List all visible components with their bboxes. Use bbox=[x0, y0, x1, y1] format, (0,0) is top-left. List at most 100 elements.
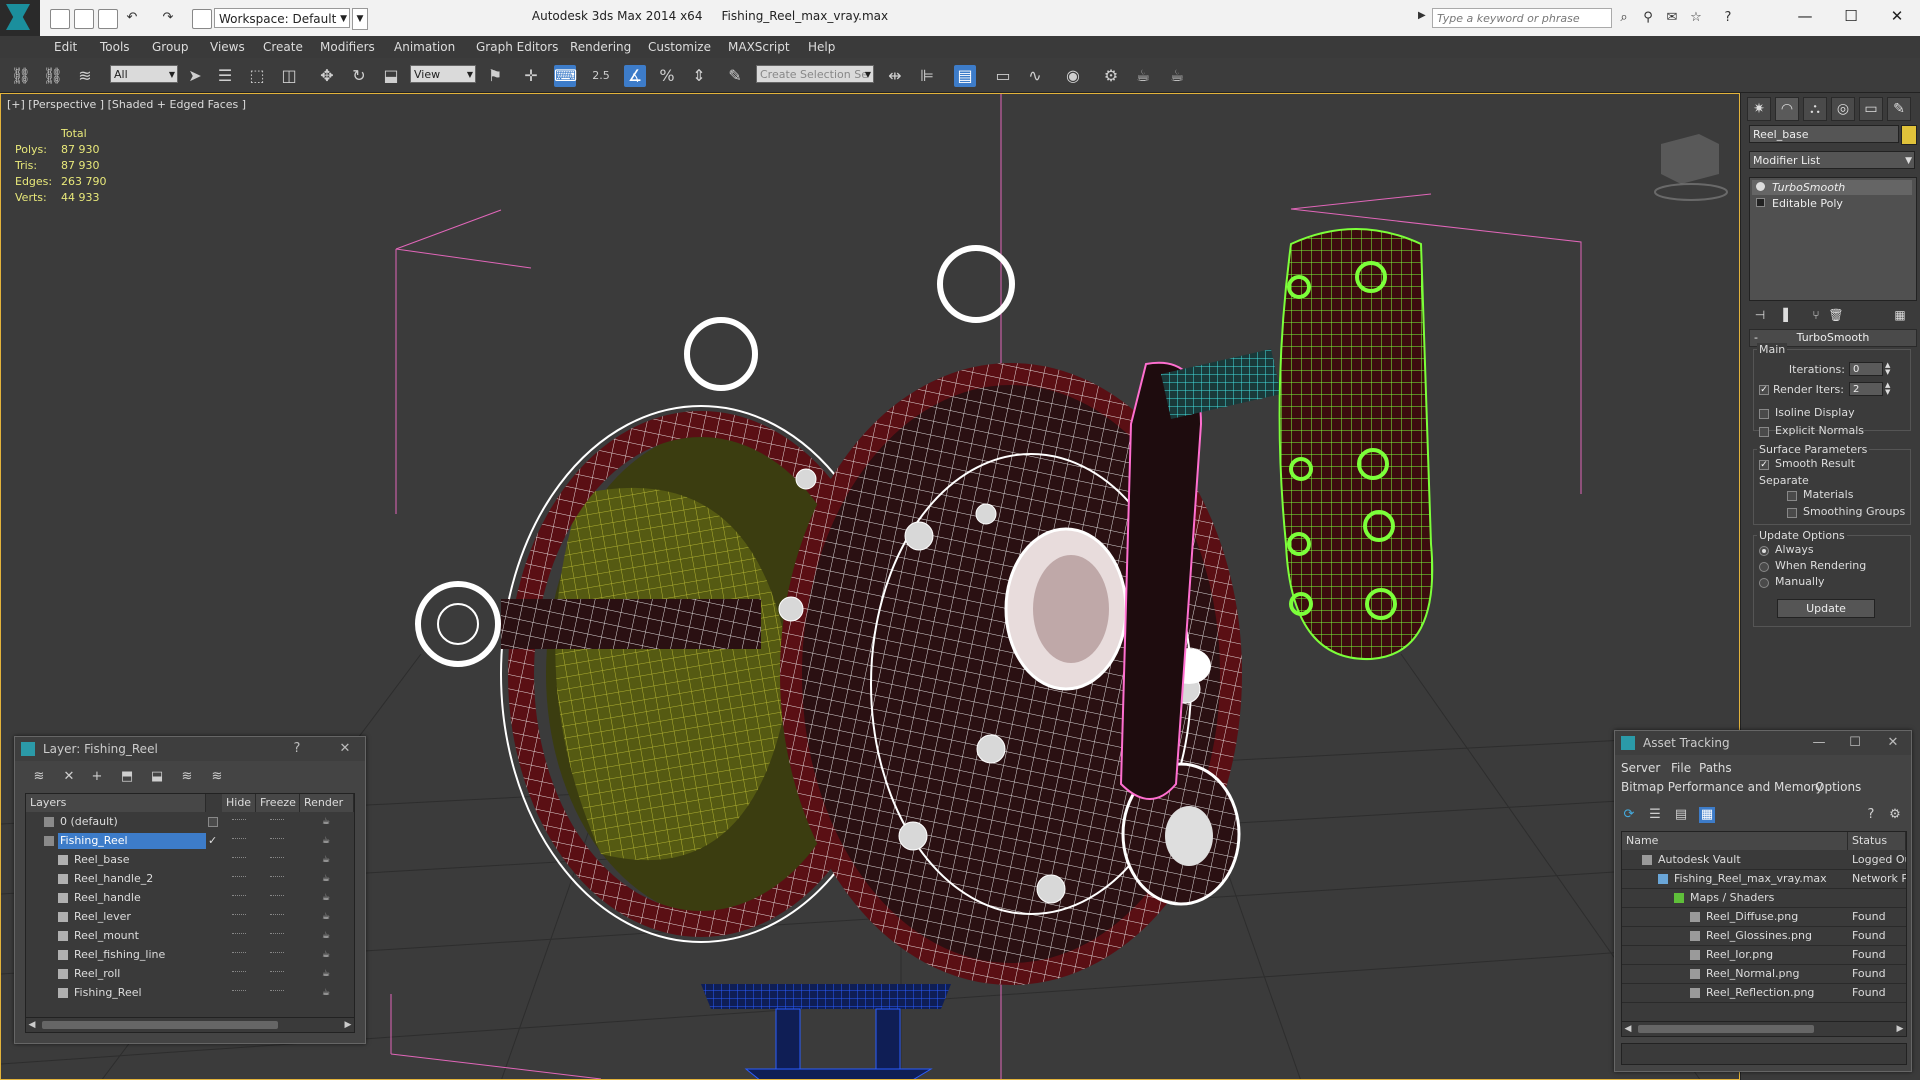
render-teapot-icon[interactable]: ☕ bbox=[322, 817, 332, 827]
menu-help[interactable]: Help bbox=[808, 36, 835, 58]
menu-views[interactable]: Views bbox=[210, 36, 245, 58]
object-name-field[interactable]: Reel_base bbox=[1749, 125, 1899, 143]
asset-menu-options[interactable]: Options bbox=[1815, 780, 1861, 794]
layer-row[interactable]: Fishing_Reel ✓ ☕ bbox=[26, 833, 354, 849]
update-button[interactable]: Update bbox=[1777, 599, 1875, 618]
menu-graph-editors[interactable]: Graph Editors bbox=[476, 36, 558, 58]
select-by-name-icon[interactable]: ☰ bbox=[214, 65, 236, 87]
hide-toggle[interactable] bbox=[232, 838, 246, 843]
bind-space-warp-icon[interactable]: ≋ bbox=[74, 65, 96, 87]
asset-menu-bitmap-perf[interactable]: Bitmap Performance and Memory bbox=[1621, 780, 1823, 794]
render-teapot-icon[interactable]: ☕ bbox=[322, 969, 332, 979]
current-layer-check-icon[interactable]: ✓ bbox=[208, 833, 217, 849]
help-icon[interactable]: ? bbox=[1720, 10, 1736, 26]
col-layers[interactable]: Layers bbox=[26, 794, 206, 812]
layer-manager-icon[interactable]: ▤ bbox=[954, 65, 976, 87]
object-color-swatch[interactable] bbox=[1901, 125, 1917, 145]
layer-row[interactable]: Reel_mount ☕ bbox=[26, 928, 354, 944]
menu-tools[interactable]: Tools bbox=[100, 36, 130, 58]
render-teapot-icon[interactable]: ☕ bbox=[322, 912, 332, 922]
spinner-snap-icon[interactable]: ⇕ bbox=[688, 65, 710, 87]
pin-stack-icon[interactable]: ⊣ bbox=[1751, 307, 1769, 323]
isoline-display-checkbox[interactable] bbox=[1759, 409, 1769, 419]
freeze-toggle[interactable] bbox=[270, 971, 284, 976]
render-teapot-icon[interactable]: ☕ bbox=[322, 874, 332, 884]
modify-tab-icon[interactable]: ◠ bbox=[1775, 97, 1799, 121]
render-iters-checkbox[interactable]: ✓ bbox=[1759, 385, 1769, 395]
render-teapot-icon[interactable]: ☕ bbox=[322, 950, 332, 960]
remove-modifier-icon[interactable]: 🗑 bbox=[1827, 307, 1845, 323]
layer-dialog-close-button[interactable]: ✕ bbox=[333, 737, 357, 761]
viewport-label[interactable]: [+] [Perspective ] [Shaded + Edged Faces… bbox=[7, 98, 246, 111]
layer-row[interactable]: 0 (default) ☕ bbox=[26, 814, 354, 830]
search-input[interactable]: Type a keyword or phrase bbox=[1432, 8, 1612, 28]
select-manipulate-icon[interactable]: ✛ bbox=[520, 65, 542, 87]
create-tab-icon[interactable]: ✷ bbox=[1747, 97, 1771, 121]
asset-row[interactable]: Reel_Diffuse.png Found bbox=[1622, 909, 1906, 927]
layer-dialog-help-button[interactable]: ? bbox=[285, 737, 309, 761]
render-teapot-icon[interactable]: ☕ bbox=[322, 931, 332, 941]
motion-tab-icon[interactable]: ◎ bbox=[1831, 97, 1855, 121]
snap-toggle-icon[interactable]: 2.5 bbox=[590, 65, 612, 87]
table-view-icon[interactable]: ▦ bbox=[1699, 807, 1715, 823]
menu-group[interactable]: Group bbox=[152, 36, 189, 58]
keyboard-shortcut-override-icon[interactable]: ⌨ bbox=[554, 65, 577, 87]
asset-row[interactable]: Maps / Shaders bbox=[1622, 890, 1906, 908]
hide-all-layers-icon[interactable]: ≋ bbox=[179, 769, 195, 785]
freeze-toggle[interactable] bbox=[270, 952, 284, 957]
graphite-ribbon-icon[interactable]: ▭ bbox=[992, 65, 1014, 87]
refresh-icon[interactable]: ⟳ bbox=[1621, 807, 1637, 823]
material-editor-icon[interactable]: ◉ bbox=[1062, 65, 1084, 87]
asset-dialog-minimize[interactable]: — bbox=[1807, 731, 1831, 755]
menu-edit[interactable]: Edit bbox=[54, 36, 77, 58]
hide-toggle[interactable] bbox=[232, 857, 246, 862]
render-teapot-icon[interactable]: ☕ bbox=[322, 855, 332, 865]
layer-row[interactable]: Reel_handle_2 ☕ bbox=[26, 871, 354, 887]
select-object-icon[interactable]: ➤ bbox=[184, 65, 206, 87]
search-expand-icon[interactable]: ▶ bbox=[1418, 10, 1426, 21]
col-hide[interactable]: Hide bbox=[222, 794, 256, 812]
render-setup-icon[interactable]: ⚙ bbox=[1100, 65, 1122, 87]
render-iters-spinner-arrows[interactable]: ▲ ▼ bbox=[1885, 382, 1893, 396]
layer-row[interactable]: Reel_lever ☕ bbox=[26, 909, 354, 925]
menu-maxscript[interactable]: MAXScript bbox=[728, 36, 790, 58]
minimize-button[interactable]: — bbox=[1782, 0, 1828, 32]
make-unique-icon[interactable]: ⑂ bbox=[1807, 307, 1825, 323]
menu-rendering[interactable]: Rendering bbox=[570, 36, 631, 58]
render-production-icon[interactable]: ☕ bbox=[1166, 65, 1188, 87]
freeze-all-layers-icon[interactable]: ≋ bbox=[209, 769, 225, 785]
update-manually-radio[interactable] bbox=[1759, 578, 1769, 588]
render-teapot-icon[interactable]: ☕ bbox=[322, 893, 332, 903]
menu-animation[interactable]: Animation bbox=[394, 36, 455, 58]
reference-coord-dropdown[interactable]: View ▼ bbox=[410, 65, 476, 83]
mirror-icon[interactable]: ⇹ bbox=[884, 65, 906, 87]
asset-help-icon[interactable]: ? bbox=[1863, 807, 1879, 823]
rendered-frame-window-icon[interactable]: ☕ bbox=[1132, 65, 1154, 87]
modifier-list-dropdown[interactable]: Modifier List ▼ bbox=[1749, 151, 1915, 169]
layer-hscroll[interactable]: ◀ ▶ bbox=[26, 1017, 354, 1032]
display-tab-icon[interactable]: ▭ bbox=[1859, 97, 1883, 121]
asset-dialog-maximize[interactable]: ☐ bbox=[1843, 731, 1867, 755]
highlight-selected-icon[interactable]: ⬓ bbox=[149, 769, 165, 785]
maximize-button[interactable]: ☐ bbox=[1828, 0, 1874, 32]
selection-filter-dropdown[interactable]: All ▼ bbox=[110, 65, 178, 83]
stack-item-editable-poly[interactable]: Editable Poly bbox=[1752, 196, 1912, 211]
update-when-rendering-radio[interactable] bbox=[1759, 562, 1769, 572]
freeze-toggle[interactable] bbox=[270, 914, 284, 919]
communication-icon[interactable]: ✉ bbox=[1664, 10, 1680, 26]
rotate-icon[interactable]: ↻ bbox=[348, 65, 370, 87]
freeze-toggle[interactable] bbox=[270, 895, 284, 900]
asset-menu-paths[interactable]: Paths bbox=[1699, 761, 1732, 775]
hide-toggle[interactable] bbox=[232, 876, 246, 881]
render-iters-spinner[interactable]: 2 bbox=[1849, 382, 1883, 396]
close-button[interactable]: ✕ bbox=[1874, 0, 1920, 32]
binoculars-icon[interactable]: ⌕ bbox=[1616, 10, 1632, 26]
hierarchy-tab-icon[interactable]: ⛬ bbox=[1803, 97, 1827, 121]
asset-row[interactable]: Reel_Reflection.png Found bbox=[1622, 985, 1906, 1003]
unlink-icon[interactable]: ⛓ bbox=[42, 65, 64, 87]
hide-toggle[interactable] bbox=[232, 914, 246, 919]
layer-dialog-title[interactable]: Layer: Fishing_Reel bbox=[15, 737, 365, 761]
layer-row[interactable]: Reel_roll ☕ bbox=[26, 966, 354, 982]
hide-toggle[interactable] bbox=[232, 933, 246, 938]
favorites-star-icon[interactable]: ☆ bbox=[1688, 10, 1704, 26]
